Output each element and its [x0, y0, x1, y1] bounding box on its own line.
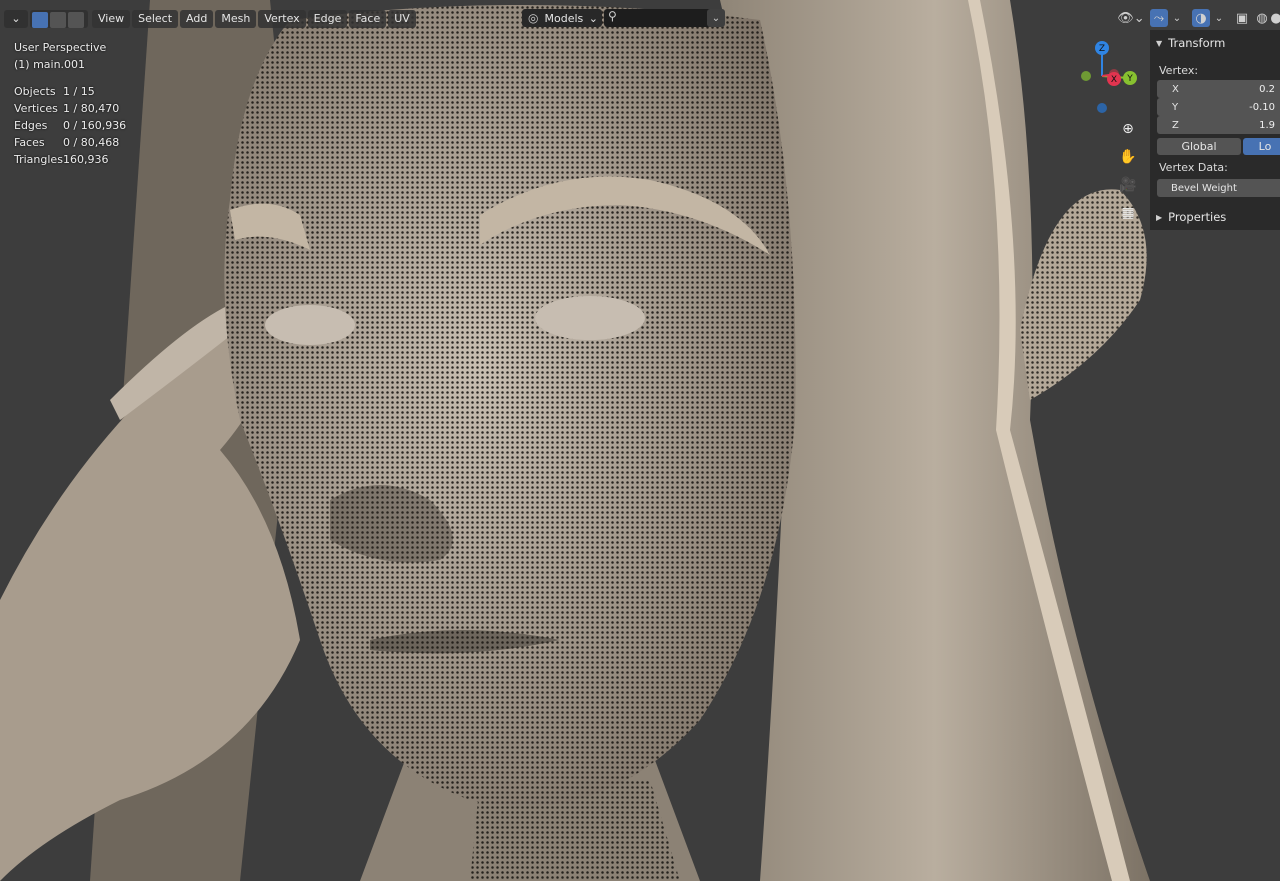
svg-text:X: X [1111, 75, 1117, 85]
sidebar-panel: ▼ Transform Vertex: X 0.2 Y -0.10 Z 1.9 … [1150, 30, 1280, 230]
vertex-z-field[interactable]: Z 1.9 [1157, 116, 1280, 134]
vertex-y-field[interactable]: Y -0.10 [1157, 98, 1280, 116]
bevel-weight-field[interactable]: Bevel Weight [1157, 179, 1280, 197]
object-name: (1) main.001 [14, 58, 86, 71]
collection-icon: ◎ [528, 11, 539, 25]
search-icon: ⚲ [608, 9, 617, 23]
chevron-down-icon: ⌄ [711, 12, 721, 24]
mode-dropdown[interactable]: ⌄ [4, 10, 28, 28]
menu-edge[interactable]: Edge [307, 10, 348, 28]
properties-title: Properties [1168, 210, 1227, 224]
edge-select-icon[interactable] [50, 12, 66, 28]
menu-vertex[interactable]: Vertex [258, 10, 306, 28]
viewport-header: ⌄ View Select Add Mesh Vertex Edge Face … [0, 8, 1280, 30]
stat-vertices: Vertices 1 / 80,470 [14, 102, 120, 115]
chevron-down-icon[interactable]: ⌄ [1212, 8, 1226, 28]
grid-icon[interactable]: ▦ [1116, 201, 1140, 225]
restrict-toggle[interactable]: ⌄ [707, 9, 725, 27]
face-select-icon[interactable] [68, 12, 84, 28]
stat-objects: Objects 1 / 15 [14, 85, 95, 98]
navigation-gizmo[interactable]: Z X Y [1064, 38, 1146, 120]
hand-icon[interactable]: ✋ [1116, 145, 1140, 169]
zoom-icon[interactable]: ⊕ [1116, 117, 1140, 141]
global-toggle[interactable]: Global [1157, 138, 1241, 155]
chevron-down-icon: ⌄ [588, 11, 598, 25]
local-toggle[interactable]: Lo [1243, 138, 1280, 155]
menu-bar: View Select Add Mesh Vertex Edge Face UV [92, 10, 418, 28]
chevron-down-icon: ⌄ [11, 12, 21, 25]
menu-face[interactable]: Face [349, 10, 387, 28]
menu-add[interactable]: Add [180, 10, 214, 28]
menu-select[interactable]: Select [132, 10, 179, 28]
chevron-down-icon[interactable]: ⌄ [1170, 8, 1184, 28]
snapping-icon[interactable]: ⤳ [1150, 9, 1168, 27]
properties-panel-header[interactable]: ▶ Properties [1156, 210, 1226, 224]
transform-panel-header[interactable]: ▼ Transform [1156, 36, 1225, 50]
svg-text:Y: Y [1126, 74, 1133, 84]
triangle-right-icon: ▶ [1156, 212, 1163, 222]
stat-faces: Faces 0 / 80,468 [14, 136, 120, 149]
overlay-icon[interactable]: ◑ [1192, 9, 1210, 27]
xray-icon[interactable]: ▣ [1234, 8, 1250, 28]
menu-mesh[interactable]: Mesh [215, 10, 257, 28]
gizmo-axis-z[interactable]: Z [1095, 41, 1109, 55]
viewport-3d[interactable] [0, 0, 1280, 881]
search-input[interactable]: ⚲ [604, 9, 724, 27]
svg-text:Z: Z [1099, 44, 1105, 54]
select-mode-group [30, 10, 88, 28]
triangle-down-icon: ▼ [1156, 38, 1163, 48]
transform-title: Transform [1168, 36, 1226, 50]
viewport-stats: User Perspective (1) main.001 Objects 1 /… [14, 39, 126, 168]
gizmo-axis-y[interactable]: Y [1123, 71, 1137, 85]
stat-triangles: Triangles 160,936 [14, 153, 109, 166]
gizmo-axis-x[interactable]: X [1107, 72, 1121, 86]
collection-dropdown[interactable]: ◎ Models ⌄ [522, 9, 602, 27]
vertex-label: Vertex: [1159, 64, 1199, 77]
stat-edges: Edges 0 / 160,936 [14, 119, 127, 132]
camera-icon[interactable]: 🎥 [1116, 173, 1140, 197]
visibility-icon[interactable]: 👁⌄ [1116, 8, 1146, 28]
shading-solid-icon[interactable]: ● [1270, 8, 1280, 28]
vertex-select-icon[interactable] [32, 12, 48, 28]
menu-view[interactable]: View [92, 10, 131, 28]
collection-dropdown-label: Models [544, 11, 584, 25]
menu-uv[interactable]: UV [388, 10, 416, 28]
shading-wire-icon[interactable]: ◍ [1254, 8, 1270, 28]
perspective-label: User Perspective [14, 41, 107, 54]
vertex-data-label: Vertex Data: [1159, 161, 1228, 174]
vertex-x-field[interactable]: X 0.2 [1157, 80, 1280, 98]
